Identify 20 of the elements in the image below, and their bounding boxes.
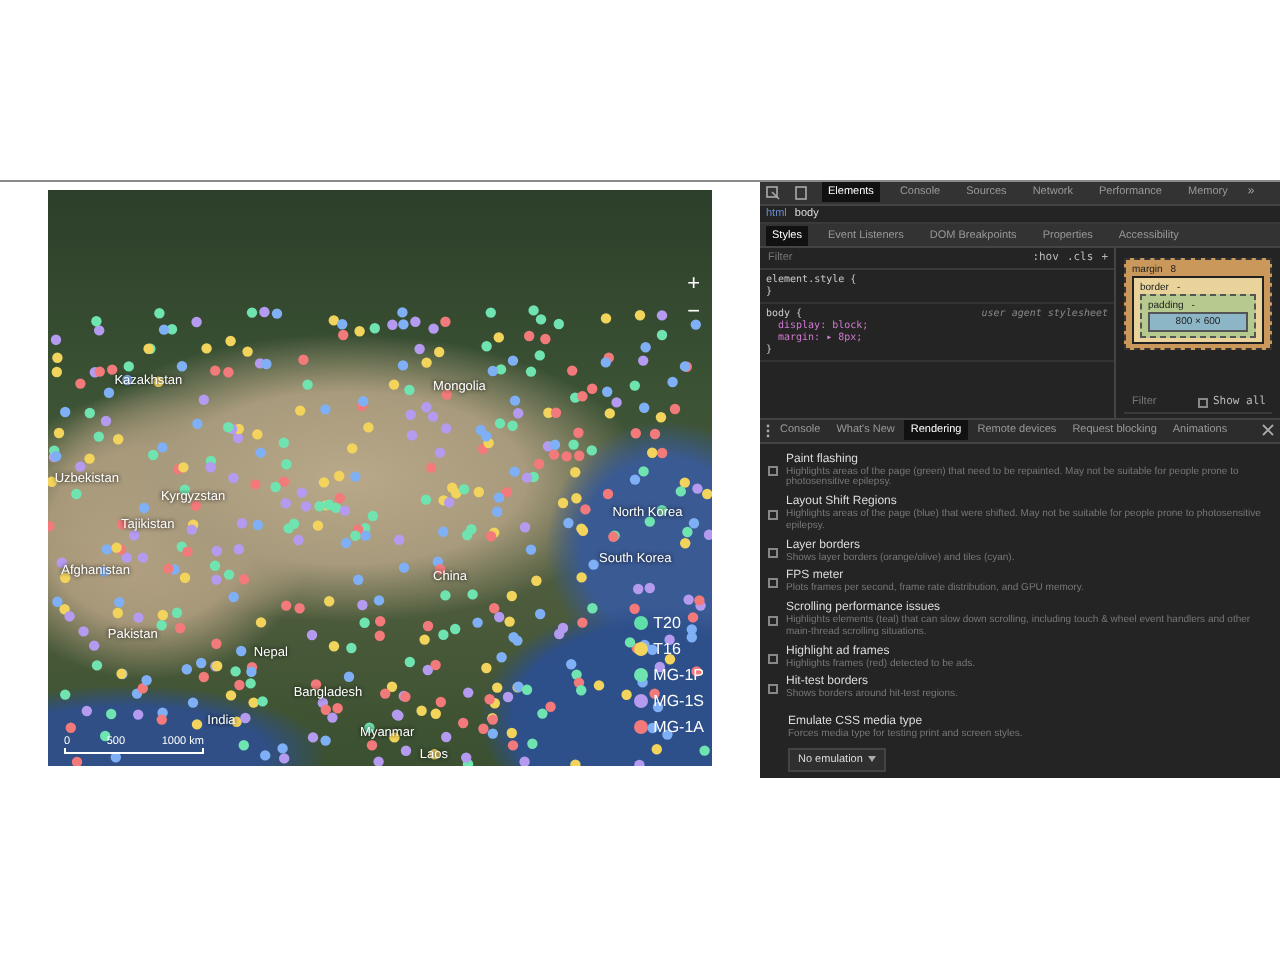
legend-label: MG-1S bbox=[653, 692, 704, 710]
rendering-checkbox[interactable] bbox=[768, 466, 778, 477]
rendering-checkbox[interactable] bbox=[768, 653, 778, 664]
device-icon[interactable] bbox=[794, 185, 808, 200]
close-icon[interactable] bbox=[1262, 424, 1274, 437]
rendering-checkbox[interactable] bbox=[768, 684, 778, 695]
legend-label: MG-1P bbox=[653, 666, 704, 684]
zoom-button[interactable]: − bbox=[687, 302, 700, 322]
rendering-checkbox[interactable] bbox=[768, 509, 778, 520]
rendering-checkbox[interactable] bbox=[768, 615, 778, 626]
zoom-button[interactable]: + bbox=[687, 274, 700, 294]
legend-label: MG-1A bbox=[653, 718, 704, 736]
legend-label: T20 bbox=[653, 614, 681, 632]
inspect-icon[interactable] bbox=[766, 185, 780, 200]
show-all-checkbox[interactable] bbox=[1197, 397, 1207, 408]
rendering-checkbox[interactable] bbox=[768, 578, 778, 589]
caret-icon bbox=[868, 756, 877, 763]
legend-label: T16 bbox=[653, 640, 681, 658]
scale-bar bbox=[64, 748, 204, 754]
rendering-checkbox[interactable] bbox=[768, 547, 778, 558]
